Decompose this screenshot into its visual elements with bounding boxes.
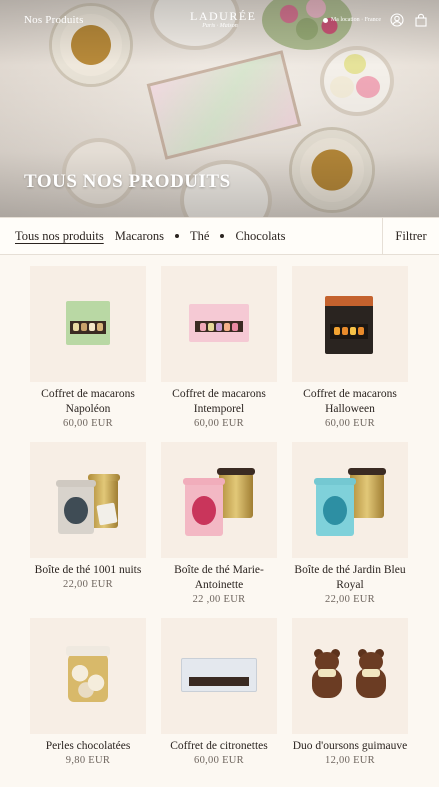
tab-macarons[interactable]: Macarons: [115, 229, 164, 244]
product-price: 9,80 EUR: [65, 755, 111, 766]
product-name: Boîte de thé 1001 nuits: [34, 564, 142, 576]
category-tabs: Tous nos produits Macarons Thé Chocolats: [0, 229, 382, 244]
category-filter-bar: Tous nos produits Macarons Thé Chocolats…: [0, 217, 439, 255]
tab-all-products[interactable]: Tous nos produits: [15, 229, 104, 244]
page-title: TOUS NOS PRODUITS: [24, 171, 231, 192]
product-price: 22 ,00 EUR: [192, 594, 246, 605]
citronettes-box-icon[interactable]: [161, 618, 277, 734]
product-card[interactable]: Boîte de thé Marie-Antoinette 22 ,00 EUR: [161, 442, 277, 605]
product-card[interactable]: Boîte de thé 1001 nuits 22,00 EUR: [30, 442, 146, 590]
chocolate-pearls-jar-icon[interactable]: [30, 618, 146, 734]
tab-the[interactable]: Thé: [190, 229, 209, 244]
product-price: 22,00 EUR: [63, 579, 113, 590]
product-price: 12,00 EUR: [325, 755, 375, 766]
macaron-box-black-icon[interactable]: [292, 266, 408, 382]
product-name: Duo d'oursons guimauve: [292, 740, 408, 752]
filter-button[interactable]: Filtrer: [382, 218, 439, 254]
product-name: Boîte de thé Marie-Antoinette: [174, 564, 264, 591]
product-card[interactable]: Coffret de macarons Halloween 60,00 EUR: [292, 266, 408, 429]
macaron-box-pink-icon[interactable]: [161, 266, 277, 382]
marshmallow-bears-icon[interactable]: [292, 618, 408, 734]
hero-banner: Nos Produits LADURÉE Paris · Maison Ma l…: [0, 0, 439, 217]
cart-icon[interactable]: [413, 12, 429, 28]
nav-products-link[interactable]: Nos Produits: [24, 14, 84, 26]
location-selector[interactable]: Ma location · France: [322, 17, 381, 23]
product-card[interactable]: Duo d'oursons guimauve 12,00 EUR: [292, 618, 408, 766]
product-price: 60,00 EUR: [325, 418, 375, 429]
account-icon[interactable]: [389, 12, 405, 28]
separator-dot: [220, 234, 225, 238]
product-name: Perles chocolatées: [45, 740, 131, 752]
product-price: 22,00 EUR: [325, 594, 375, 605]
product-price: 60,00 EUR: [194, 755, 244, 766]
separator-dot: [175, 234, 180, 238]
product-name: Coffret de macarons Intemporel: [172, 388, 266, 415]
product-price: 60,00 EUR: [194, 418, 244, 429]
product-card[interactable]: Coffret de macarons Intemporel 60,00 EUR: [161, 266, 277, 429]
product-card[interactable]: Perles chocolatées 9,80 EUR: [30, 618, 146, 766]
product-price: 60,00 EUR: [63, 418, 113, 429]
product-name: Coffret de macarons Halloween: [303, 388, 397, 415]
product-card[interactable]: Boîte de thé Jardin Bleu Royal 22,00 EUR: [292, 442, 408, 605]
tea-tin-pink-icon[interactable]: [161, 442, 277, 558]
product-name: Coffret de citronettes: [170, 740, 268, 752]
macaron-box-green-icon[interactable]: [30, 266, 146, 382]
tea-tin-grey-icon[interactable]: [30, 442, 146, 558]
tab-chocolats[interactable]: Chocolats: [235, 229, 285, 244]
product-name: Boîte de thé Jardin Bleu Royal: [294, 564, 406, 591]
location-flag-icon: [322, 17, 328, 23]
tea-tin-blue-icon[interactable]: [292, 442, 408, 558]
product-card[interactable]: Coffret de macarons Napoléon 60,00 EUR: [30, 266, 146, 429]
product-name: Coffret de macarons Napoléon: [41, 388, 135, 415]
product-card[interactable]: Coffret de citronettes 60,00 EUR: [161, 618, 277, 766]
laduree-logo[interactable]: LADURÉE Paris · Maison: [190, 9, 255, 29]
